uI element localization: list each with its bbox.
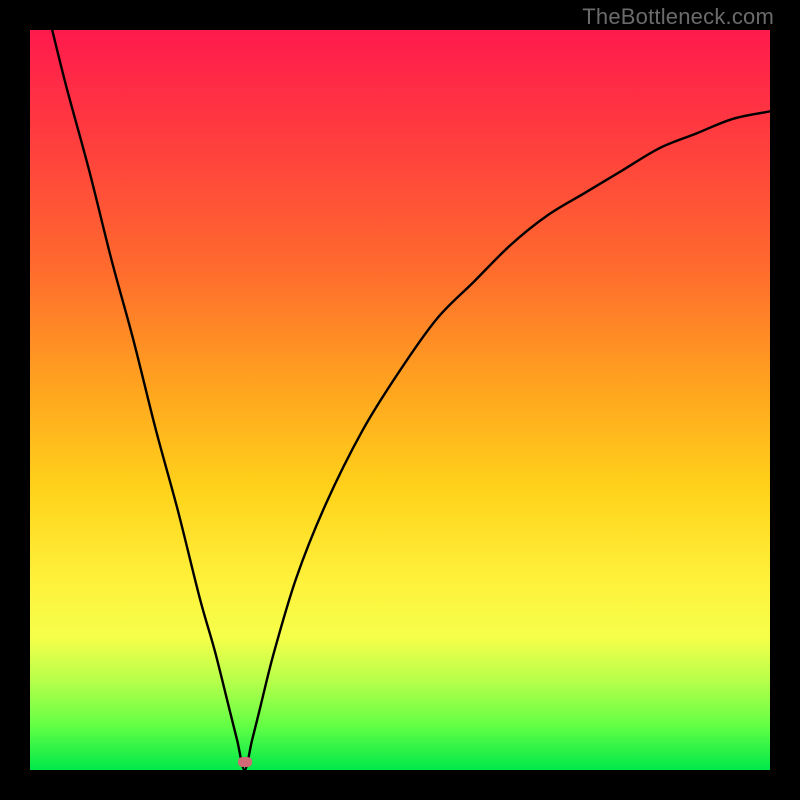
watermark-text: TheBottleneck.com: [582, 4, 774, 30]
dip-marker: [238, 757, 252, 767]
plot-area: [30, 30, 770, 770]
bottleneck-curve: [30, 30, 770, 770]
chart-frame: TheBottleneck.com: [0, 0, 800, 800]
